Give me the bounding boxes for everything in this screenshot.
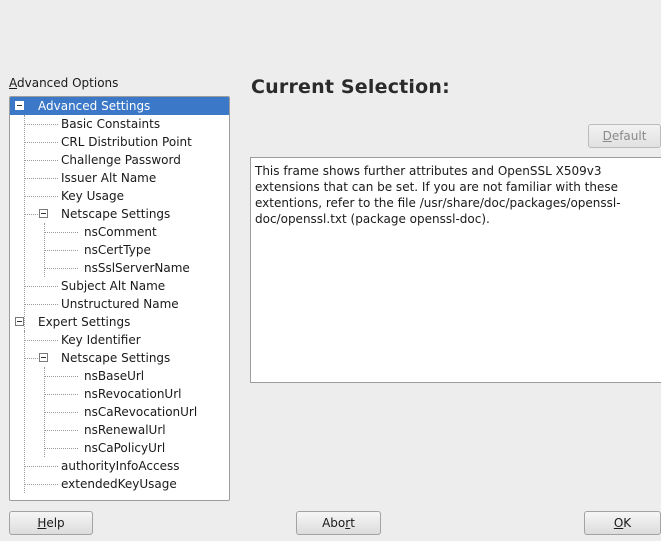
tree-item-expert-settings[interactable]: Expert Settings <box>10 313 229 331</box>
tree-item-label: extendedKeyUsage <box>61 477 177 491</box>
tree-item-label: authorityInfoAccess <box>61 459 180 473</box>
tree-item-challenge-password[interactable]: Challenge Password <box>10 151 229 169</box>
help-button-rest: elp <box>46 516 65 530</box>
tree-connector <box>24 340 58 341</box>
tree-item-key-identifier[interactable]: Key Identifier <box>10 331 229 349</box>
tree-item-label: Challenge Password <box>61 153 181 167</box>
advanced-options-label: Advanced Options <box>9 76 118 90</box>
tree-connector <box>24 484 58 485</box>
abort-button[interactable]: Abort <box>296 511 381 535</box>
tree-connector <box>24 304 58 305</box>
tree-item-label: Subject Alt Name <box>61 279 166 293</box>
tree-item-netscape-settings-expert[interactable]: Netscape Settings <box>10 349 229 367</box>
collapse-icon[interactable] <box>39 209 48 218</box>
tree-item-nscerttype[interactable]: nsCertType <box>10 241 229 259</box>
tree-item-netscape-settings[interactable]: Netscape Settings <box>10 205 229 223</box>
tree-connector <box>24 214 38 215</box>
tree-item-nscapolicyurl[interactable]: nsCaPolicyUrl <box>10 439 229 457</box>
tree-connector <box>24 466 58 467</box>
tree-item-label: nsCaPolicyUrl <box>84 441 166 455</box>
advanced-options-dialog: Advanced Options Advanced Settings Basic… <box>0 0 661 541</box>
collapse-icon[interactable] <box>15 101 24 110</box>
default-button[interactable]: Default <box>588 124 661 148</box>
tree-item-authorityinfoaccess[interactable]: authorityInfoAccess <box>10 457 229 475</box>
tree-item-nsbaseurl[interactable]: nsBaseUrl <box>10 367 229 385</box>
tree-item-basic-constraints[interactable]: Basic Constaints <box>10 115 229 133</box>
help-button[interactable]: Help <box>9 511 93 535</box>
ok-button[interactable]: OK <box>584 511 661 535</box>
tree-item-label: nsCaRevocationUrl <box>84 405 198 419</box>
tree-item-nscomment[interactable]: nsComment <box>10 223 229 241</box>
tree-connector <box>44 430 78 431</box>
tree-item-label: nsBaseUrl <box>84 369 145 383</box>
collapse-icon[interactable] <box>39 353 48 362</box>
tree-item-label: nsSslServerName <box>84 261 190 275</box>
abort-button-post: t <box>350 516 355 530</box>
tree-connector <box>44 376 78 377</box>
tree-item-label: Issuer Alt Name <box>61 171 157 185</box>
tree-item-label: Netscape Settings <box>61 207 171 221</box>
tree-item-label: Expert Settings <box>38 315 131 329</box>
tree-connector <box>24 178 58 179</box>
collapse-icon[interactable] <box>15 317 24 326</box>
advanced-options-tree[interactable]: Advanced Settings Basic Constaints CRL D… <box>9 96 230 501</box>
tree-item-key-usage[interactable]: Key Usage <box>10 187 229 205</box>
tree-connector <box>44 250 78 251</box>
tree-item-nsrenewalurl[interactable]: nsRenewalUrl <box>10 421 229 439</box>
tree-connector <box>24 160 58 161</box>
description-text: This frame shows further attributes and … <box>255 164 621 226</box>
tree-item-nsrevocationurl[interactable]: nsRevocationUrl <box>10 385 229 403</box>
tree-item-label: Advanced Settings <box>38 99 151 113</box>
tree-item-label: Unstructured Name <box>61 297 179 311</box>
tree-item-nssslservername[interactable]: nsSslServerName <box>10 259 229 277</box>
abort-button-pre: Abo <box>322 516 346 530</box>
tree-item-label: nsComment <box>84 225 157 239</box>
tree-item-label: nsCertType <box>84 243 151 257</box>
default-button-accel: D <box>602 129 612 143</box>
tree-item-extendedkeyusage[interactable]: extendedKeyUsage <box>10 475 229 493</box>
tree-connector <box>44 448 78 449</box>
tree-item-unstructured-name[interactable]: Unstructured Name <box>10 295 229 313</box>
tree-connector <box>44 232 78 233</box>
tree-connector <box>24 124 58 125</box>
tree-connector <box>24 286 58 287</box>
tree-item-label: nsRevocationUrl <box>84 387 182 401</box>
tree-item-crl-distribution-point[interactable]: CRL Distribution Point <box>10 133 229 151</box>
tree-item-label: Netscape Settings <box>61 351 171 365</box>
tree-connector <box>44 394 78 395</box>
tree-item-label: Basic Constaints <box>61 117 161 131</box>
ok-button-accel: O <box>613 516 624 530</box>
tree-connector <box>44 412 78 413</box>
tree-connector <box>24 196 58 197</box>
tree-connector <box>24 358 38 359</box>
current-selection-heading: Current Selection: <box>251 76 450 98</box>
advanced-options-label-accel: A <box>9 76 17 90</box>
tree-item-label: Key Identifier <box>61 333 141 347</box>
tree-item-advanced-settings[interactable]: Advanced Settings <box>10 97 229 115</box>
tree-item-label: CRL Distribution Point <box>61 135 192 149</box>
tree-item-nscarevocationurl[interactable]: nsCaRevocationUrl <box>10 403 229 421</box>
tree-item-label: Key Usage <box>61 189 124 203</box>
tree-connector <box>44 268 78 269</box>
tree-item-label: nsRenewalUrl <box>84 423 166 437</box>
help-button-accel: H <box>37 516 47 530</box>
tree-item-subject-alt-name[interactable]: Subject Alt Name <box>10 277 229 295</box>
tree-connector <box>24 142 58 143</box>
ok-button-rest: K <box>623 516 632 530</box>
tree-item-issuer-alt-name[interactable]: Issuer Alt Name <box>10 169 229 187</box>
advanced-options-label-rest: dvanced Options <box>17 76 119 90</box>
description-box: This frame shows further attributes and … <box>250 157 661 383</box>
default-button-rest: efault <box>611 129 647 143</box>
